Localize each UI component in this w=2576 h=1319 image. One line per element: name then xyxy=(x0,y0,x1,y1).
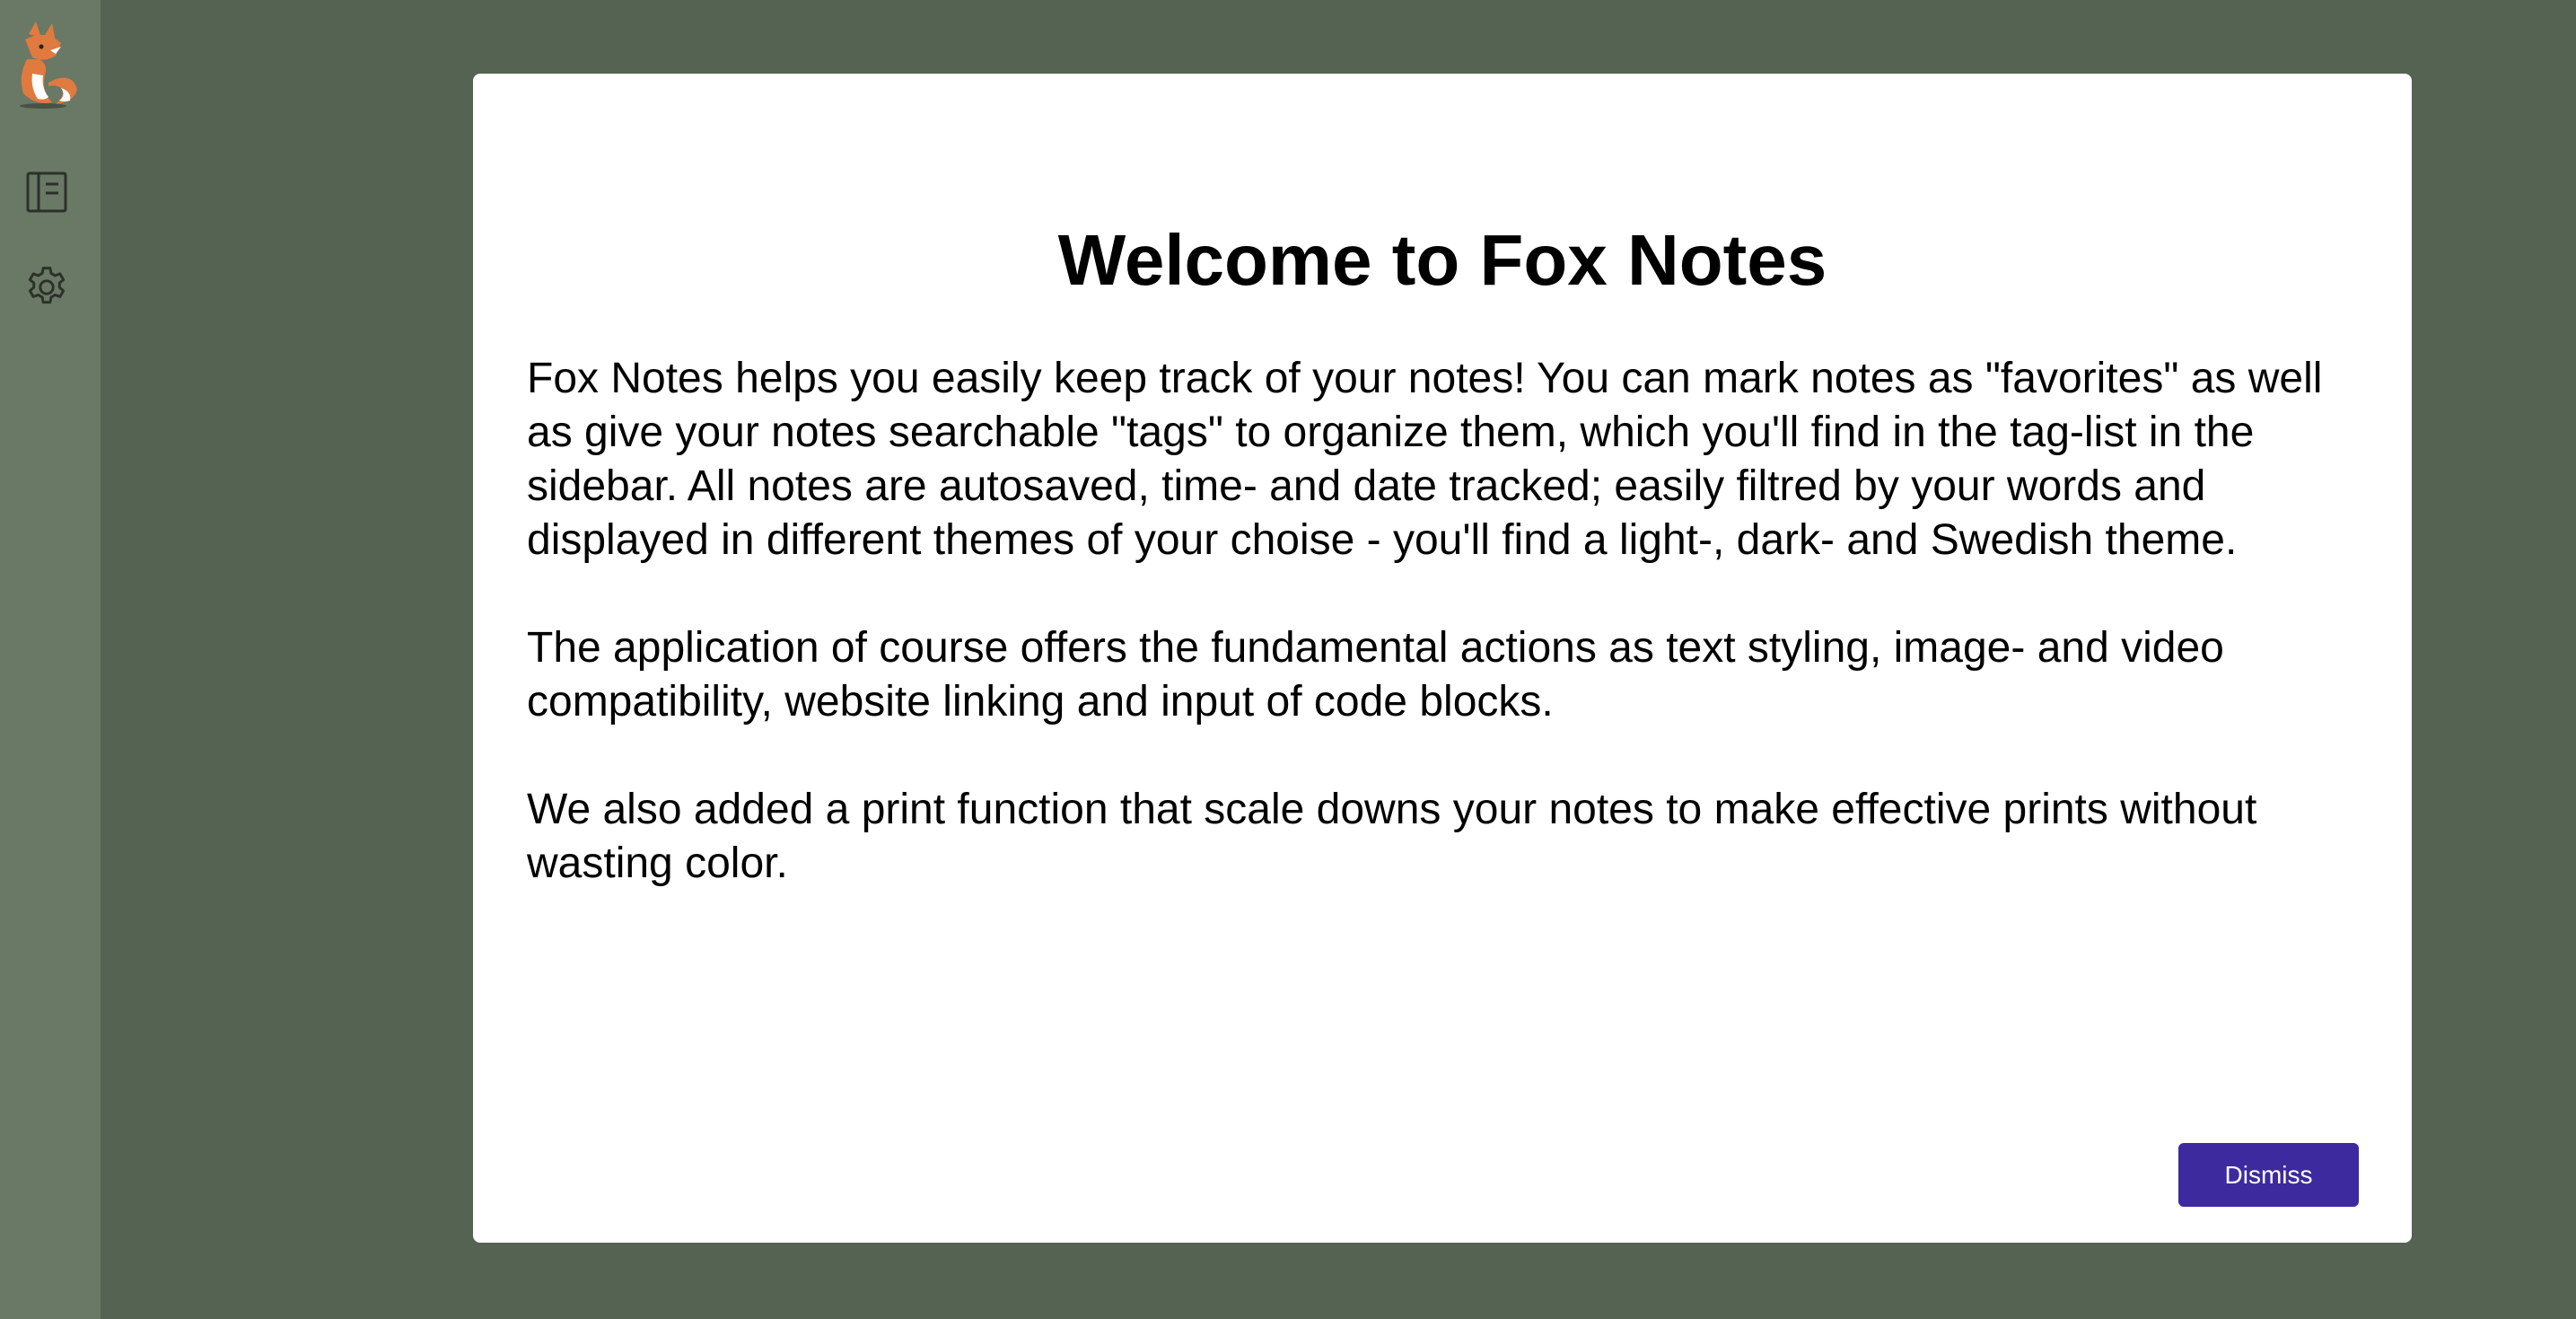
modal-paragraph: The application of course offers the fun… xyxy=(527,624,2224,725)
modal-body: Fox Notes helps you easily keep track of… xyxy=(527,352,2358,945)
gear-icon xyxy=(22,263,71,316)
modal-paragraph: Fox Notes helps you easily keep track of… xyxy=(527,355,2323,564)
notes-nav-button[interactable] xyxy=(18,165,75,223)
modal-title: Welcome to Fox Notes xyxy=(1057,220,1827,300)
settings-nav-button[interactable] xyxy=(18,260,75,318)
notebook-icon xyxy=(24,170,69,219)
fox-logo-icon[interactable] xyxy=(9,20,81,110)
main-area: Welcome to Fox Notes Fox Notes helps you… xyxy=(101,0,2576,1319)
welcome-modal: Welcome to Fox Notes Fox Notes helps you… xyxy=(473,74,2412,1243)
dismiss-button[interactable]: Dismiss xyxy=(2178,1143,2359,1207)
modal-paragraph: We also added a print function that scal… xyxy=(527,786,2257,887)
sidebar xyxy=(0,0,101,1319)
